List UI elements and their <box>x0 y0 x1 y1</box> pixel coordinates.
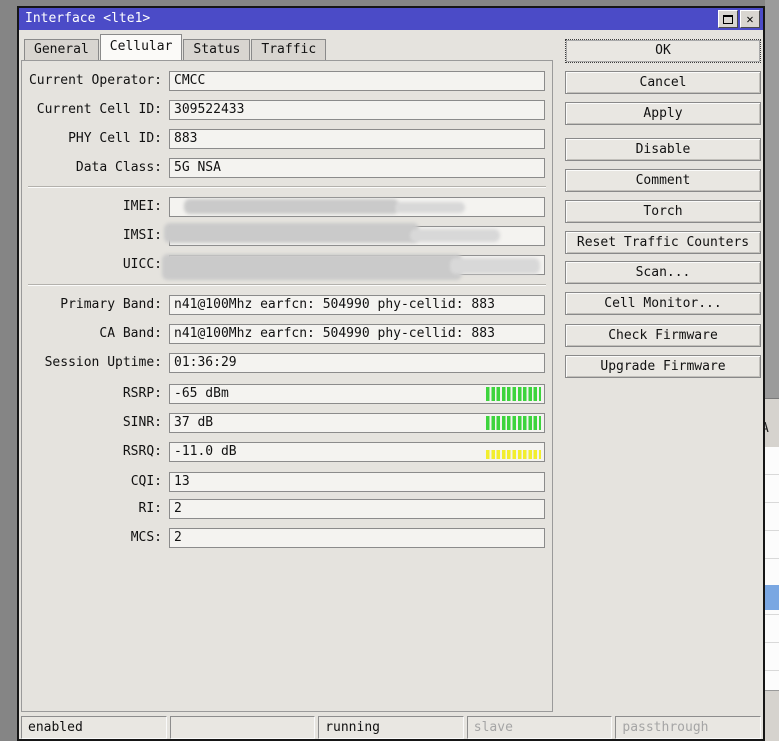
row-primary-band: Primary Band: n41@100Mhz earfcn: 504990 … <box>22 295 552 315</box>
cqi-field[interactable]: 13 <box>169 472 545 492</box>
redaction-smudge <box>162 254 462 280</box>
background-selected-row <box>765 585 779 610</box>
redaction-smudge <box>164 223 419 243</box>
maximize-button[interactable] <box>718 10 738 28</box>
tab-cellular[interactable]: Cellular <box>100 34 183 60</box>
row-rsrq: RSRQ: -11.0 dB <box>22 442 552 462</box>
rsrp-label: RSRP: <box>22 384 162 404</box>
row-sinr: SINR: 37 dB <box>22 413 552 433</box>
status-bar: enabled running slave passthrough <box>21 716 761 739</box>
imsi-field[interactable] <box>169 226 545 246</box>
cell-monitor-button[interactable]: Cell Monitor... <box>565 292 761 315</box>
row-uicc: UICC: <box>22 255 552 275</box>
titlebar[interactable]: Interface <lte1> <box>19 8 763 30</box>
sinr-value: 37 dB <box>174 415 213 430</box>
status-slave: slave <box>467 716 613 739</box>
mcs-field[interactable]: 2 <box>169 528 545 548</box>
check-firmware-button[interactable]: Check Firmware <box>565 324 761 347</box>
current-cell-id-label: Current Cell ID: <box>22 100 162 120</box>
background-window-strip[interactable]: A <box>765 0 779 741</box>
row-current-operator: Current Operator: CMCC <box>22 71 552 91</box>
row-ca-band: CA Band: n41@100Mhz earfcn: 504990 phy-c… <box>22 324 552 344</box>
rsrq-label: RSRQ: <box>22 442 162 462</box>
row-data-class: Data Class: 5G NSA <box>22 158 552 178</box>
rsrq-value: -11.0 dB <box>174 444 237 459</box>
reset-traffic-counters-button[interactable]: Reset Traffic Counters <box>565 231 761 254</box>
disable-button[interactable]: Disable <box>565 138 761 161</box>
tab-bar: General Cellular Status Traffic <box>24 34 327 60</box>
torch-button[interactable]: Torch <box>565 200 761 223</box>
row-imsi: IMSI: <box>22 226 552 246</box>
ca-band-field[interactable]: n41@100Mhz earfcn: 504990 phy-cellid: 88… <box>169 324 545 344</box>
separator <box>28 284 546 286</box>
cellular-tab-panel: Current Operator: CMCC Current Cell ID: … <box>21 60 553 712</box>
close-button[interactable]: ✕ <box>740 10 760 28</box>
rsrp-signal-meter <box>486 387 541 401</box>
rsrq-signal-meter <box>486 450 541 459</box>
imei-label: IMEI: <box>22 197 162 217</box>
data-class-field[interactable]: 5G NSA <box>169 158 545 178</box>
status-running: running <box>318 716 464 739</box>
background-column-header: A <box>765 421 769 436</box>
row-cqi: CQI: 13 <box>22 472 552 492</box>
upgrade-firmware-button[interactable]: Upgrade Firmware <box>565 355 761 378</box>
row-current-cell-id: Current Cell ID: 309522433 <box>22 100 552 120</box>
ok-button[interactable]: OK <box>565 39 761 63</box>
mcs-label: MCS: <box>22 528 162 548</box>
row-phy-cell-id: PHY Cell ID: 883 <box>22 129 552 149</box>
background-window-body <box>765 0 779 398</box>
scan-button[interactable]: Scan... <box>565 261 761 284</box>
row-imei: IMEI: <box>22 197 552 217</box>
session-uptime-label: Session Uptime: <box>22 353 162 373</box>
uicc-field[interactable] <box>169 255 545 275</box>
row-ri: RI: 2 <box>22 499 552 519</box>
apply-button[interactable]: Apply <box>565 102 761 125</box>
row-rsrp: RSRP: -65 dBm <box>22 384 552 404</box>
redaction-smudge <box>184 199 399 214</box>
background-table-header: A <box>765 398 779 447</box>
tab-status[interactable]: Status <box>183 39 250 60</box>
current-cell-id-field[interactable]: 309522433 <box>169 100 545 120</box>
imei-field[interactable] <box>169 197 545 217</box>
interface-dialog: Interface <lte1> ✕ General Cellular Stat… <box>17 6 765 741</box>
rsrq-field[interactable]: -11.0 dB <box>169 442 545 462</box>
redaction-smudge <box>450 258 540 274</box>
cqi-label: CQI: <box>22 472 162 492</box>
close-icon: ✕ <box>746 13 753 25</box>
ca-band-label: CA Band: <box>22 324 162 344</box>
background-window-footer <box>765 690 779 741</box>
current-operator-field[interactable]: CMCC <box>169 71 545 91</box>
rsrp-value: -65 dBm <box>174 386 229 401</box>
session-uptime-field[interactable]: 01:36:29 <box>169 353 545 373</box>
phy-cell-id-field[interactable]: 883 <box>169 129 545 149</box>
row-mcs: MCS: 2 <box>22 528 552 548</box>
primary-band-label: Primary Band: <box>22 295 162 315</box>
tab-general[interactable]: General <box>24 39 99 60</box>
sinr-field[interactable]: 37 dB <box>169 413 545 433</box>
uicc-label: UICC: <box>22 255 162 275</box>
ri-label: RI: <box>22 499 162 519</box>
status-enabled: enabled <box>21 716 167 739</box>
redaction-smudge <box>410 229 500 242</box>
current-operator-label: Current Operator: <box>22 71 162 91</box>
rsrp-field[interactable]: -65 dBm <box>169 384 545 404</box>
primary-band-field[interactable]: n41@100Mhz earfcn: 504990 phy-cellid: 88… <box>169 295 545 315</box>
cancel-button[interactable]: Cancel <box>565 71 761 94</box>
row-session-uptime: Session Uptime: 01:36:29 <box>22 353 552 373</box>
tab-traffic[interactable]: Traffic <box>251 39 326 60</box>
redaction-smudge <box>395 202 465 213</box>
ri-field[interactable]: 2 <box>169 499 545 519</box>
background-table-rows <box>765 447 779 690</box>
data-class-label: Data Class: <box>22 158 162 178</box>
status-passthrough: passthrough <box>615 716 761 739</box>
sinr-label: SINR: <box>22 413 162 433</box>
sinr-signal-meter <box>486 416 541 430</box>
window-title: Interface <lte1> <box>25 11 150 26</box>
comment-button[interactable]: Comment <box>565 169 761 192</box>
status-empty <box>170 716 316 739</box>
maximize-icon <box>723 15 733 24</box>
separator <box>28 186 546 188</box>
phy-cell-id-label: PHY Cell ID: <box>22 129 162 149</box>
imsi-label: IMSI: <box>22 226 162 246</box>
